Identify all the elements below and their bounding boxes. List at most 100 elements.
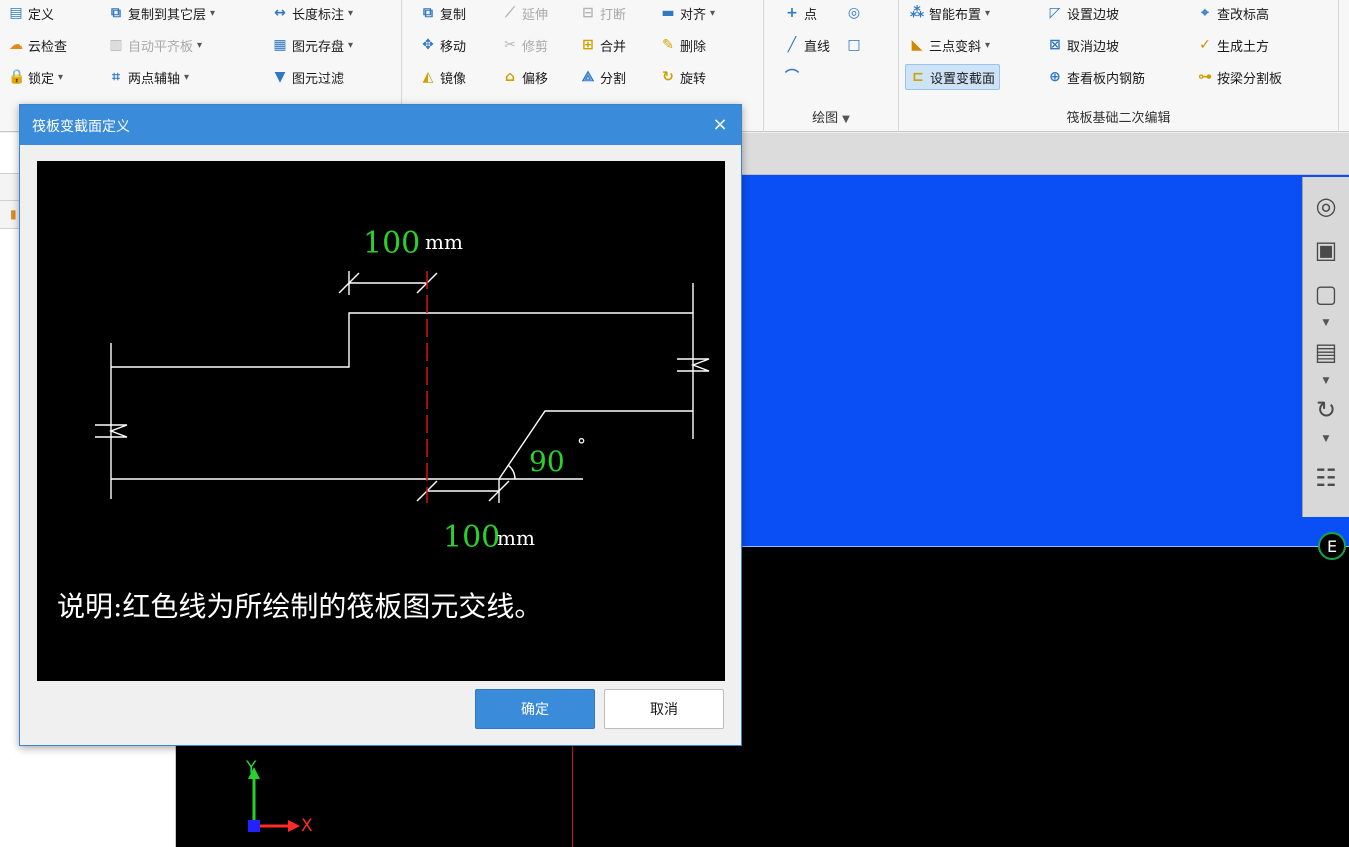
cloud-check-button[interactable]: ☁ 云检查 [4,32,71,58]
define-button[interactable]: ▤ 定义 [4,0,58,26]
split-by-beam-icon: ⊶ [1198,69,1212,85]
set-slope-button[interactable]: ◸ 设置边坡 [1043,0,1123,26]
lock-button[interactable]: 🔒 锁定 ▾ [4,64,67,90]
orbit-icon[interactable]: ◎ [1309,189,1343,223]
smart-layout-button[interactable]: ⁂ 智能布置 ▾ [905,0,994,26]
ribbon-button-label: 两点辅轴 [128,71,181,87]
chevron-down-icon[interactable]: ▾ [710,8,715,19]
cancel-slope-button[interactable]: ⊠ 取消边坡 [1043,32,1123,58]
x-axis-label: X [301,816,313,836]
view-rebar-button[interactable]: ⊕ 查看板内钢筋 [1043,64,1149,90]
ribbon-button-label: 镜像 [440,71,467,87]
define-icon: ▤ [9,5,23,21]
ribbon-button-label: 查改标高 [1217,7,1270,23]
aux-axis-button[interactable]: ⌗ 两点辅轴 ▾ [104,64,193,90]
ribbon-button-label: 复制到其它层 [128,7,207,23]
point-button[interactable]: + 点 [780,0,821,26]
three-point-slope-button[interactable]: ◣ 三点变斜 ▾ [905,32,994,58]
delete-button[interactable]: ✎ 删除 [656,32,710,58]
view-navigation-bar: ◎ ▣ ▢ ▼ ▤ ▼ ↻ ▼ ☷ [1302,177,1349,517]
arc-button[interactable]: ⌒ [780,64,808,90]
chevron-down-icon[interactable]: ▾ [58,72,63,83]
draw-group: 绘图 ▼ + 点 ◎ ╱ 直线 □ ⌒ [764,0,899,132]
y-axis-label: Y [246,758,257,778]
break-icon: ⊟ [582,5,594,21]
variable-section-button[interactable]: ⊏ 设置变截面 [905,64,1001,90]
chevron-down-icon[interactable]: ▼ [1309,375,1343,387]
view-box-icon[interactable]: ▤ [1309,335,1343,369]
ribbon-button-label: 点 [804,7,818,23]
filter-button[interactable]: ▼ 图元过滤 [268,64,348,90]
ribbon-button-label: 生成土方 [1217,39,1270,55]
top-dim-unit: mm [425,230,463,254]
dialog-title: 筏板变截面定义 [32,119,130,135]
ribbon-button-label: 合并 [600,39,627,55]
chevron-down-icon[interactable]: ▼ [1309,433,1343,445]
earthwork-button[interactable]: ✓ 生成土方 [1193,32,1273,58]
chevron-down-icon[interactable]: ▾ [348,8,353,19]
chevron-down-icon[interactable]: ▼ [1309,317,1343,329]
ribbon-button-label: 分割 [600,71,627,87]
cloud-check-icon: ☁ [9,37,23,53]
chevron-down-icon[interactable]: ▾ [210,8,215,19]
circle-button[interactable]: ◎ [842,0,870,26]
offset-icon: ⌂ [504,69,516,85]
cancel-button[interactable]: 取消 [604,689,724,729]
elevation-button[interactable]: ⌖ 查改标高 [1193,0,1273,26]
line-button[interactable]: ╱ 直线 [780,32,834,58]
ok-button[interactable]: 确定 [475,689,595,729]
trim-button[interactable]: ✂ 修剪 [498,32,552,58]
copy-to-layer-button[interactable]: ⧉ 复制到其它层 ▾ [104,0,219,26]
close-icon[interactable]: × [709,114,731,136]
ribbon-button-label: 设置边坡 [1067,7,1120,23]
dimension-icon: ↔ [274,5,286,21]
angle-value: 90 [529,445,565,478]
dimension-button[interactable]: ↔ 长度标注 ▾ [268,0,357,26]
delete-icon: ✎ [662,37,674,53]
view-top-icon[interactable]: ▢ [1309,277,1343,311]
arc-icon: ⌒ [785,69,799,85]
compass-east[interactable]: E [1318,532,1346,560]
split-by-beam-button[interactable]: ⊶ 按梁分割板 [1193,64,1286,90]
chevron-down-icon[interactable]: ▾ [985,40,990,51]
mirror-button[interactable]: ◭ 镜像 [416,64,470,90]
rotate-view-icon[interactable]: ↻ [1309,393,1343,427]
view-rebar-icon: ⊕ [1049,69,1061,85]
rect-icon: □ [847,37,861,53]
extend-button[interactable]: ⟋ 延伸 [498,0,552,26]
lock-icon: 🔒 [8,69,26,85]
draw-group-title[interactable]: 绘图 ▼ [764,108,898,130]
earthwork-icon: ✓ [1199,37,1211,53]
aux-axis-icon: ⌗ [112,69,120,85]
offset-button[interactable]: ⌂ 偏移 [498,64,552,90]
split-button[interactable]: ⟁ 分割 [576,64,630,90]
ribbon-button-label: 自动平齐板 [128,39,194,55]
break-button[interactable]: ⊟ 打断 [576,0,630,26]
display-settings-icon[interactable]: ☷ [1309,461,1343,495]
raft-variable-section-dialog: 筏板变截面定义 × 100 mm 90 ° 100 mm 说明:红色线为所绘制的… [19,104,742,746]
auto-align-button[interactable]: ▥ 自动平齐板 ▾ [104,32,206,58]
dialog-titlebar[interactable]: 筏板变截面定义 × [20,105,741,145]
ribbon-button-label: 延伸 [522,7,549,23]
copy-button[interactable]: ⧉ 复制 [416,0,470,26]
chevron-down-icon[interactable]: ▾ [184,72,189,83]
chevron-down-icon[interactable]: ▾ [197,40,202,51]
cancel-slope-icon: ⊠ [1049,37,1061,53]
merge-button[interactable]: ⊞ 合并 [576,32,630,58]
ribbon-button-label: 设置变截面 [930,71,996,87]
ribbon-button-label: 对齐 [680,7,707,23]
point-icon: + [786,5,798,21]
move-button[interactable]: ✥ 移动 [416,32,470,58]
rect-button[interactable]: □ [842,32,870,58]
x-axis-arrow [288,820,300,832]
save-element-button[interactable]: ▦ 图元存盘 ▾ [268,32,357,58]
rotate-button[interactable]: ↻ 旋转 [656,64,710,90]
ribbon-button-label: 打断 [600,7,627,23]
merge-icon: ⊞ [582,37,594,53]
ribbon-button-label: 偏移 [522,71,549,87]
view-3d-icon[interactable]: ▣ [1309,233,1343,267]
align-button[interactable]: ▬ 对齐 ▾ [656,0,719,26]
chevron-down-icon[interactable]: ▾ [348,40,353,51]
trim-icon: ✂ [504,37,516,53]
chevron-down-icon[interactable]: ▾ [985,8,990,19]
